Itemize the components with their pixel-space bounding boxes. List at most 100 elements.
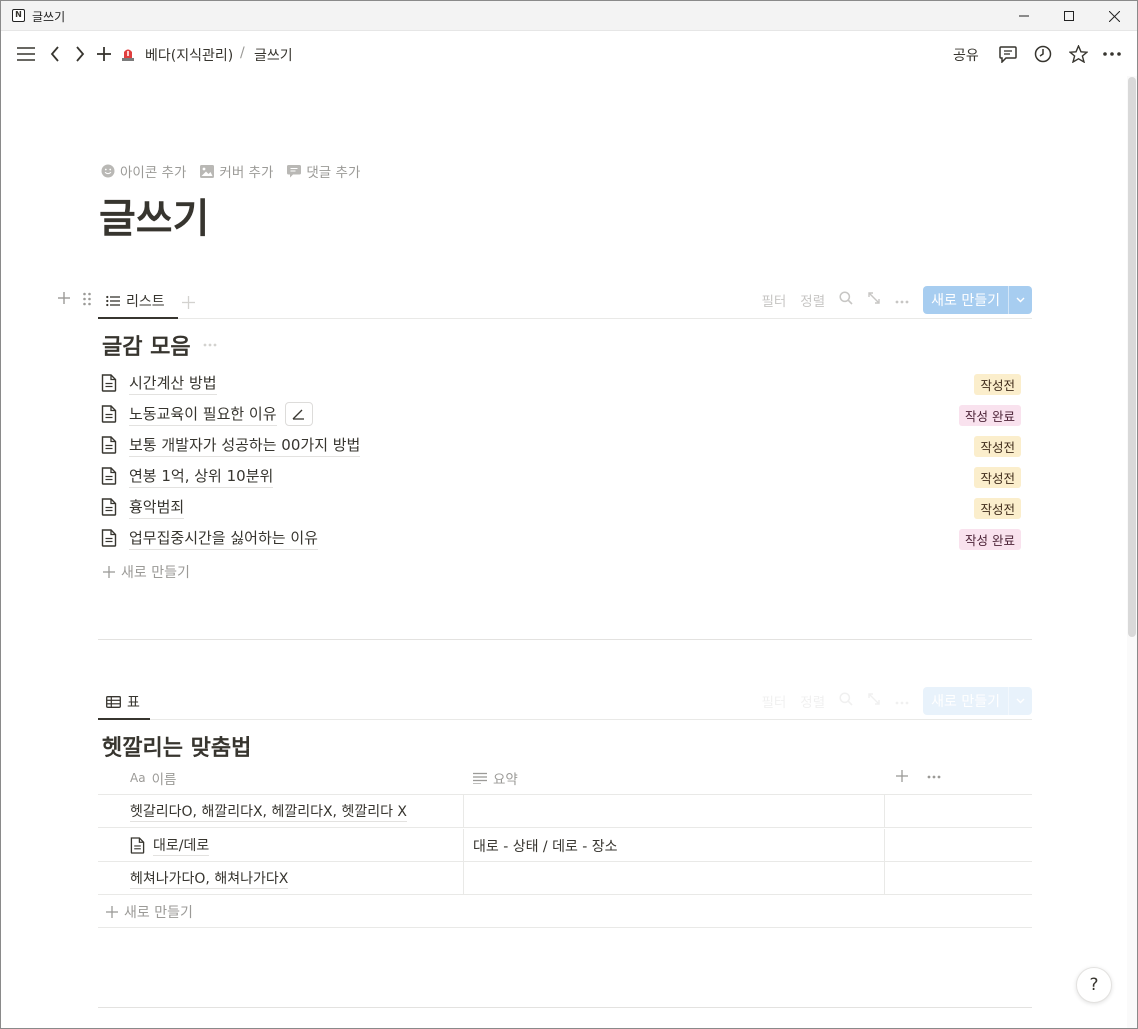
help-button[interactable]: ?: [1076, 967, 1112, 1003]
table-row[interactable]: 대로/데로 대로 - 상태 / 데로 - 장소: [98, 829, 1032, 862]
add-cover-button[interactable]: 커버 추가: [200, 161, 273, 181]
expand-button[interactable]: [867, 291, 881, 309]
column-divider: [463, 862, 464, 895]
list-item-title: 흉악범죄: [129, 496, 185, 519]
minimize-icon: [1019, 15, 1029, 17]
sort-button[interactable]: 정렬: [800, 691, 825, 711]
add-column-button[interactable]: [896, 770, 908, 782]
block-add-handle[interactable]: [57, 290, 71, 309]
search-button[interactable]: [839, 692, 853, 710]
scrollbar-thumb[interactable]: [1128, 77, 1136, 637]
plus-icon: [182, 296, 195, 309]
new-item-dropdown[interactable]: [1008, 286, 1032, 314]
cell-name[interactable]: 대로/데로: [130, 829, 210, 862]
view-more-button[interactable]: [895, 292, 909, 308]
section-divider: [98, 1007, 1032, 1008]
add-icon-label: 아이콘 추가: [120, 165, 187, 181]
column-header-summary[interactable]: 요약: [473, 768, 518, 788]
sidebar-toggle-button[interactable]: [14, 42, 38, 66]
new-item-button[interactable]: 새로 만들기: [923, 687, 1032, 715]
list-add-new-button[interactable]: 새로 만들기: [103, 562, 190, 582]
list-item[interactable]: 흉악범죄 작성전: [101, 492, 1021, 522]
chevron-left-icon: [50, 46, 59, 62]
comment-bubble-icon: [287, 164, 302, 177]
table-add-row[interactable]: 새로 만들기: [98, 895, 1032, 928]
list-add-new-label: 새로 만들기: [121, 565, 190, 581]
tab-list-view[interactable]: 리스트: [98, 285, 178, 319]
top-toolbar: 베다(지식관리) / 글쓰기 공유: [1, 32, 1137, 76]
edit-title-button[interactable]: [284, 402, 313, 426]
page-icon: [130, 837, 145, 854]
cell-name[interactable]: 헷갈리다O, 해깔리다X, 헤깔리다X, 헷깔리다 X: [130, 795, 408, 828]
list-item-title: 업무집중시간을 싫어하는 이유: [129, 527, 318, 550]
page-title[interactable]: 글쓰기: [99, 186, 209, 244]
list-item[interactable]: 업무집중시간을 싫어하는 이유 작성 완료: [101, 523, 1021, 553]
status-badge: 작성 완료: [959, 529, 1021, 550]
table: Aa 이름 요약 헷갈리다O, 해깔리다X, 헤깔리다X, 헷깔리다 X 대로/…: [98, 759, 1032, 929]
column-divider: [884, 795, 885, 828]
comments-button[interactable]: [996, 42, 1020, 66]
more-options-button[interactable]: [1100, 42, 1124, 66]
sort-button[interactable]: 정렬: [800, 290, 825, 310]
cell-name-text: 헷갈리다O, 해깔리다X, 헤깔리다X, 헷깔리다 X: [130, 801, 408, 822]
expand-button[interactable]: [867, 692, 881, 710]
list-item[interactable]: 노동교육이 필요한 이유 작성 완료: [101, 399, 1021, 429]
column-summary-label: 요약: [493, 772, 518, 788]
search-button[interactable]: [839, 291, 853, 309]
list-item-title: 시간계산 방법: [129, 372, 217, 395]
more-horizontal-icon: [927, 775, 941, 779]
table-db-title[interactable]: 헷깔리는 맞춤법: [102, 730, 251, 762]
table-add-new-button[interactable]: 새로 만들기: [106, 895, 193, 928]
expand-icon: [868, 292, 880, 304]
table-view-bar: 표 필터 정렬 새로 만들기: [98, 686, 1032, 720]
filter-button[interactable]: 필터: [761, 691, 786, 711]
favorite-button[interactable]: [1066, 42, 1090, 66]
maximize-icon: [1064, 11, 1074, 21]
breadcrumb-current-page[interactable]: 글쓰기: [254, 45, 293, 65]
app-window: N 글쓰기 베다(지식관리) / 글쓰기 공유 아이콘 추가 커버 추가 댓글 …: [0, 0, 1138, 1029]
column-divider: [884, 862, 885, 895]
workspace-siren-icon: [116, 42, 140, 66]
list-view-controls: 필터 정렬 새로 만들기: [761, 286, 1032, 314]
list-db-title[interactable]: 글감 모음: [102, 329, 217, 361]
list-item[interactable]: 보통 개발자가 성공하는 00가지 방법 작성전: [101, 430, 1021, 460]
maximize-button[interactable]: [1046, 1, 1092, 31]
comment-icon: [999, 45, 1017, 63]
filter-button[interactable]: 필터: [761, 290, 786, 310]
list-icon: [106, 295, 120, 307]
cell-name[interactable]: 헤쳐나가다O, 해쳐나가다X: [130, 862, 289, 895]
view-more-button[interactable]: [895, 693, 909, 709]
smiley-icon: [101, 164, 115, 178]
chevron-right-icon: [76, 46, 85, 62]
table-row[interactable]: 헷갈리다O, 해깔리다X, 헤깔리다X, 헷깔리다 X: [98, 795, 1032, 828]
minimize-button[interactable]: [1001, 1, 1047, 31]
table-row[interactable]: 헤쳐나가다O, 해쳐나가다X: [98, 862, 1032, 895]
close-button[interactable]: [1091, 1, 1137, 31]
tab-table-view[interactable]: 표: [98, 686, 150, 720]
forward-button[interactable]: [68, 42, 92, 66]
back-button[interactable]: [43, 42, 67, 66]
plus-icon: [97, 47, 111, 61]
table-more-button[interactable]: [927, 775, 941, 779]
add-comment-button[interactable]: 댓글 추가: [287, 161, 360, 181]
more-horizontal-icon: [1103, 52, 1121, 56]
cell-name-text: 대로/데로: [153, 835, 210, 856]
new-page-button[interactable]: [92, 42, 116, 66]
list-view-bar: 리스트 필터 정렬 새로 만들기: [98, 285, 1032, 319]
new-item-button[interactable]: 새로 만들기: [923, 286, 1032, 314]
block-drag-handle[interactable]: [82, 291, 92, 310]
table-db-title-text: 헷깔리는 맞춤법: [102, 736, 252, 761]
title-bar: N 글쓰기: [1, 1, 1137, 31]
share-button[interactable]: 공유: [953, 45, 979, 65]
updates-button[interactable]: [1031, 42, 1055, 66]
column-header-name[interactable]: Aa 이름: [130, 768, 176, 788]
cell-summary[interactable]: 대로 - 상태 / 데로 - 장소: [473, 829, 618, 862]
add-view-button[interactable]: [182, 294, 195, 313]
table-header: Aa 이름 요약: [98, 759, 1032, 795]
list-item[interactable]: 연봉 1억, 상위 10분위 작성전: [101, 461, 1021, 491]
new-item-dropdown[interactable]: [1008, 687, 1032, 715]
breadcrumb-workspace[interactable]: 베다(지식관리): [145, 45, 233, 65]
list-item[interactable]: 시간계산 방법 작성전: [101, 368, 1021, 398]
add-icon-button[interactable]: 아이콘 추가: [101, 161, 186, 181]
more-horizontal-icon[interactable]: [203, 343, 217, 347]
